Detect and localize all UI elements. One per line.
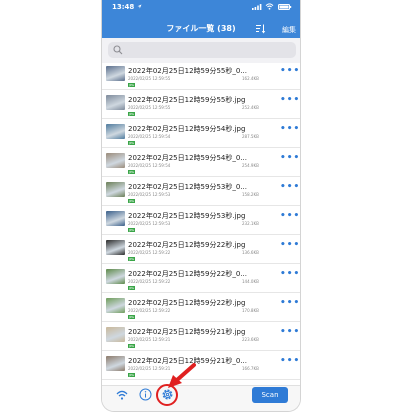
more-icon[interactable]: •••: [280, 211, 300, 221]
file-name: 2022年02月25日12時59分53秒.jpg: [128, 212, 246, 220]
file-size: 166.7KB: [242, 366, 259, 371]
file-date: 2022/02/25 12:59:21: [128, 337, 171, 342]
file-thumbnail: [106, 66, 125, 81]
signal-bars-icon: [252, 4, 262, 10]
file-type-badge: JPG: [128, 112, 135, 116]
file-name: 2022年02月25日12時59分21秒.jpg: [128, 328, 246, 336]
more-icon[interactable]: •••: [280, 124, 300, 134]
file-date: 2022/02/25 12:59:55: [128, 76, 171, 81]
file-type-badge: JPG: [128, 257, 135, 261]
file-date: 2022/02/25 12:59:53: [128, 221, 171, 226]
search-input[interactable]: [126, 42, 291, 58]
file-name: 2022年02月25日12時59分21秒_0...: [128, 357, 247, 365]
phone-screen: 13:48 ファイル一覧 (38) 編集 2022年02月25日12時59分55…: [101, 0, 301, 412]
file-name: 2022年02月25日12時59分22秒.jpg: [128, 241, 246, 249]
more-icon[interactable]: •••: [280, 356, 300, 366]
file-size: 144.0KB: [242, 279, 259, 284]
file-date: 2022/02/25 12:59:22: [128, 279, 171, 284]
file-thumbnail: [106, 240, 125, 255]
list-item[interactable]: 2022年02月25日12時59分22秒_0... 2022/02/25 12:5…: [102, 266, 300, 293]
file-type-badge: JPG: [128, 170, 135, 174]
file-type-badge: JPG: [128, 83, 135, 87]
list-item[interactable]: 2022年02月25日12時59分55秒_0... 2022/02/25 12:5…: [102, 63, 300, 90]
more-icon[interactable]: •••: [280, 95, 300, 105]
file-type-badge: JPG: [128, 373, 135, 377]
list-item[interactable]: 2022年02月25日12時59分54秒.jpg 2022/02/25 12:59…: [102, 121, 300, 148]
location-arrow-icon: [137, 4, 142, 9]
status-time: 13:48: [112, 3, 135, 11]
file-thumbnail: [106, 269, 125, 284]
more-icon[interactable]: •••: [280, 240, 300, 250]
file-thumbnail: [106, 327, 125, 342]
file-date: 2022/02/25 12:59:21: [128, 366, 171, 371]
file-name: 2022年02月25日12時59分54秒_0...: [128, 154, 247, 162]
search-area: [102, 38, 300, 63]
search-icon: [113, 45, 123, 55]
file-type-badge: JPG: [128, 141, 135, 145]
file-date: 2022/02/25 12:59:22: [128, 250, 171, 255]
file-name: 2022年02月25日12時59分53秒_0...: [128, 183, 247, 191]
edit-button[interactable]: 編集: [282, 25, 296, 35]
file-date: 2022/02/25 12:59:54: [128, 163, 171, 168]
info-icon[interactable]: [139, 388, 152, 401]
battery-icon: [278, 4, 292, 10]
file-thumbnail: [106, 298, 125, 313]
file-thumbnail: [106, 124, 125, 139]
file-size: 136.6KB: [242, 250, 259, 255]
list-item[interactable]: 2022年02月25日12時59分21秒.jpg 2022/02/25 12:59…: [102, 324, 300, 351]
file-date: 2022/02/25 12:59:53: [128, 192, 171, 197]
file-type-badge: JPG: [128, 286, 135, 290]
more-icon[interactable]: •••: [280, 182, 300, 192]
file-size: 170.8KB: [242, 308, 259, 313]
file-date: 2022/02/25 12:59:54: [128, 134, 171, 139]
file-thumbnail: [106, 356, 125, 371]
status-bar: 13:48: [102, 0, 300, 15]
file-list: 2022年02月25日12時59分55秒_0... 2022/02/25 12:5…: [102, 63, 300, 385]
bottom-toolbar: Scan: [102, 384, 300, 411]
wifi-icon: [265, 3, 274, 10]
list-item[interactable]: 2022年02月25日12時59分22秒.jpg 2022/02/25 12:59…: [102, 237, 300, 264]
file-size: 252.4KB: [242, 105, 259, 110]
nav-header: 13:48 ファイル一覧 (38) 編集: [102, 0, 300, 38]
file-type-badge: JPG: [128, 199, 135, 203]
list-item[interactable]: 2022年02月25日12時59分53秒_0... 2022/02/25 12:5…: [102, 179, 300, 206]
file-thumbnail: [106, 182, 125, 197]
scan-button[interactable]: Scan: [252, 387, 288, 403]
more-icon[interactable]: •••: [280, 269, 300, 279]
file-type-badge: JPG: [128, 344, 135, 348]
file-thumbnail: [106, 211, 125, 226]
file-size: 223.6KB: [242, 337, 259, 342]
more-icon[interactable]: •••: [280, 298, 300, 308]
file-size: 287.5KB: [242, 134, 259, 139]
file-date: 2022/02/25 12:59:55: [128, 105, 171, 110]
sort-icon[interactable]: [256, 24, 266, 34]
file-thumbnail: [106, 95, 125, 110]
more-icon[interactable]: •••: [280, 66, 300, 76]
file-thumbnail: [106, 153, 125, 168]
file-name: 2022年02月25日12時59分55秒.jpg: [128, 96, 246, 104]
file-size: 162.4KB: [242, 76, 259, 81]
file-name: 2022年02月25日12時59分55秒_0...: [128, 67, 247, 75]
file-size: 254.9KB: [242, 163, 259, 168]
list-item[interactable]: 2022年02月25日12時59分54秒_0... 2022/02/25 12:5…: [102, 150, 300, 177]
wifi-icon[interactable]: [116, 390, 128, 400]
file-type-badge: JPG: [128, 228, 135, 232]
list-item[interactable]: 2022年02月25日12時59分22秒.jpg 2022/02/25 12:59…: [102, 295, 300, 322]
more-icon[interactable]: •••: [280, 327, 300, 337]
list-item[interactable]: 2022年02月25日12時59分55秒.jpg 2022/02/25 12:59…: [102, 92, 300, 119]
red-arrow-icon: [168, 363, 196, 388]
file-name: 2022年02月25日12時59分54秒.jpg: [128, 125, 246, 133]
file-name: 2022年02月25日12時59分22秒_0...: [128, 270, 247, 278]
file-size: 232.1KB: [242, 221, 259, 226]
list-item[interactable]: 2022年02月25日12時59分21秒_0... 2022/02/25 12:5…: [102, 353, 300, 380]
page-title: ファイル一覧 (38): [166, 24, 236, 33]
file-size: 158.2KB: [242, 192, 259, 197]
file-type-badge: JPG: [128, 315, 135, 319]
file-name: 2022年02月25日12時59分22秒.jpg: [128, 299, 246, 307]
list-item[interactable]: 2022年02月25日12時59分53秒.jpg 2022/02/25 12:59…: [102, 208, 300, 235]
file-date: 2022/02/25 12:59:22: [128, 308, 171, 313]
more-icon[interactable]: •••: [280, 153, 300, 163]
search-bar[interactable]: [108, 42, 296, 58]
